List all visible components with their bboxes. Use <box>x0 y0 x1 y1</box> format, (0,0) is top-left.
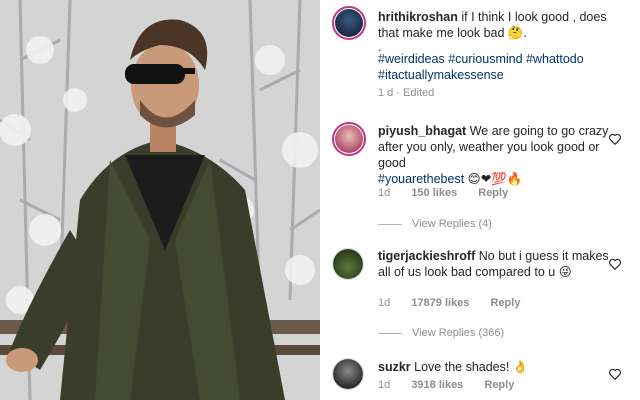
comment-meta: 1d 150 likes Reply <box>378 187 526 199</box>
comment-meta: 1d 3918 likes Reply <box>378 379 532 391</box>
comment-likes[interactable]: 17879 likes <box>411 297 469 309</box>
avatar[interactable] <box>332 122 366 156</box>
reply-button[interactable]: Reply <box>484 379 514 391</box>
comment-time: 1d <box>378 297 391 309</box>
man-in-coat-photo <box>0 0 320 400</box>
hashtag-link[interactable]: #whattodo <box>526 52 584 66</box>
comment-username[interactable]: tigerjackieshroff <box>378 249 475 263</box>
heart-icon[interactable] <box>608 132 622 146</box>
comment-username[interactable]: suzkr <box>378 360 411 374</box>
heart-icon[interactable] <box>608 257 622 271</box>
reply-button[interactable]: Reply <box>491 297 521 309</box>
hashtag-link[interactable]: #itactuallymakessense <box>378 68 504 82</box>
hashtag-link[interactable]: #youarethebest <box>378 172 464 186</box>
avatar[interactable] <box>332 6 366 40</box>
comments-panel: hrithikroshan if I think I look good , d… <box>320 0 640 400</box>
hashtag-link[interactable]: #curiousmind <box>448 52 522 66</box>
post-timestamp: 1 d · Edited <box>378 87 435 99</box>
comment-text: Love the shades! 👌 <box>414 360 529 374</box>
avatar[interactable] <box>332 358 364 390</box>
divider <box>378 223 402 225</box>
reply-button[interactable]: Reply <box>478 187 508 199</box>
comment-emojis: 😜 <box>558 265 572 279</box>
comment-time: 1d <box>378 187 391 199</box>
hashtag-link[interactable]: #weirdideas <box>378 52 445 66</box>
heart-icon[interactable] <box>608 367 622 381</box>
post-username[interactable]: hrithikroshan <box>378 10 458 24</box>
view-replies-button[interactable]: View Replies (366) <box>378 327 504 339</box>
comment-emojis: 😊❤💯🔥 <box>467 172 523 186</box>
comment-time: 1d <box>378 379 391 391</box>
view-replies-button[interactable]: View Replies (4) <box>378 218 492 230</box>
comment-username[interactable]: piyush_bhagat <box>378 124 466 138</box>
post-photo <box>0 0 320 400</box>
post-hashtags: #weirdideas #curiousmind #whattodo #itac… <box>378 51 610 83</box>
comment-meta: 1d 17879 likes Reply <box>378 297 538 309</box>
comment-likes[interactable]: 3918 likes <box>411 379 463 391</box>
avatar[interactable] <box>332 248 364 280</box>
divider <box>378 332 402 334</box>
comment-likes[interactable]: 150 likes <box>411 187 457 199</box>
